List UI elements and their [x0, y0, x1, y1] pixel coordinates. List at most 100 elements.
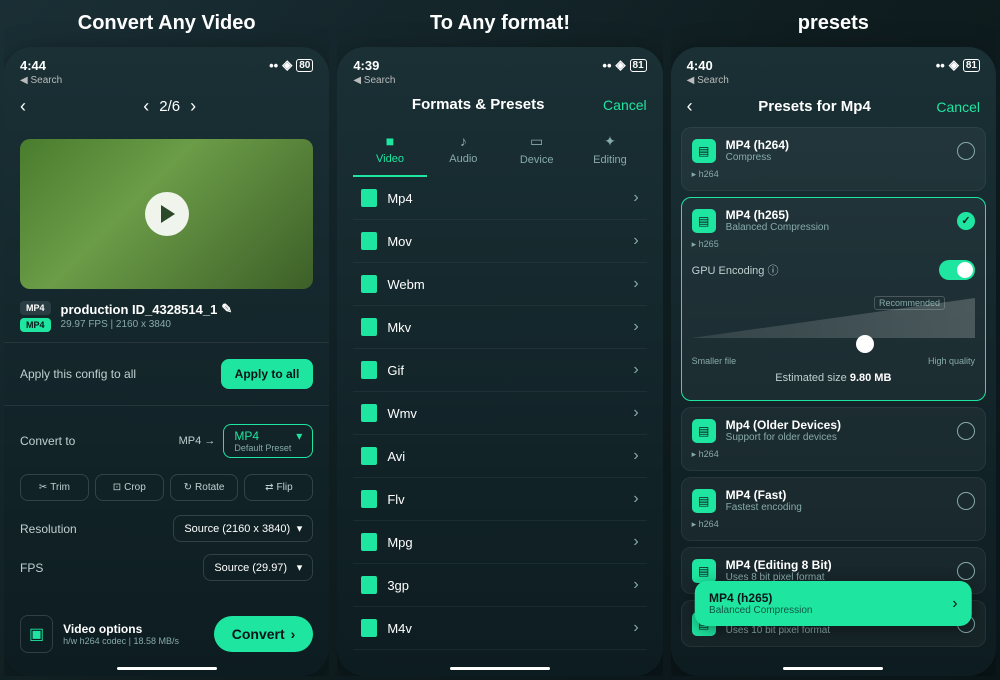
- panel-presets: presets 4:40 •• ◈ 81 ◀ Search ‹ Presets …: [671, 4, 996, 676]
- preset-card[interactable]: ▤ MP4 (Fast) Fastest encoding ▸ h264: [681, 477, 986, 541]
- nav-back-button[interactable]: ‹: [20, 96, 26, 117]
- preset-subtitle: Compress: [726, 152, 947, 163]
- tab-audio[interactable]: ♪Audio: [427, 123, 500, 177]
- chevron-right-icon: ›: [633, 275, 638, 293]
- home-indicator[interactable]: [450, 667, 550, 670]
- format-item-wmv[interactable]: Wmv ›: [353, 392, 646, 435]
- format-item-m4v[interactable]: M4v ›: [353, 607, 646, 650]
- preset-card[interactable]: ▤ Mp4 (Older Devices) Support for older …: [681, 407, 986, 471]
- pager-label: 2/6: [159, 98, 180, 115]
- file-icon: [361, 189, 377, 207]
- tab-device[interactable]: ▭Device: [500, 123, 573, 177]
- file-icon: [361, 361, 377, 379]
- format-item-mov[interactable]: Mov ›: [353, 220, 646, 263]
- format-label: Avi: [387, 449, 623, 464]
- trim-button[interactable]: ✂ Trim: [20, 474, 89, 501]
- file-meta: 29.97 FPS | 2160 x 3840: [61, 319, 233, 330]
- preset-subtitle: Balanced Compression: [726, 222, 947, 233]
- slider-min-label: Smaller file: [692, 356, 737, 366]
- panel-title: Convert Any Video: [4, 4, 329, 47]
- slider-handle[interactable]: [856, 335, 874, 353]
- target-format-select[interactable]: MP4▾ Default Preset: [223, 424, 313, 458]
- play-button[interactable]: [145, 192, 189, 236]
- cancel-button[interactable]: Cancel: [936, 99, 980, 115]
- status-time: 4:39: [353, 58, 379, 73]
- preset-radio[interactable]: [957, 142, 975, 160]
- preset-card[interactable]: ▤ MP4 (h265) Balanced Compression ▸ h265…: [681, 197, 986, 401]
- format-item-mkv[interactable]: Mkv ›: [353, 306, 646, 349]
- home-indicator[interactable]: [117, 667, 217, 670]
- preset-name: MP4 (h264): [726, 138, 947, 152]
- flip-button[interactable]: ⇄ Flip: [244, 474, 313, 501]
- back-button[interactable]: ‹: [687, 96, 693, 117]
- file-icon: [361, 404, 377, 422]
- back-link[interactable]: ◀ Search: [671, 75, 996, 86]
- battery-level: 80: [296, 59, 313, 72]
- pager-prev-button[interactable]: ‹: [143, 96, 149, 117]
- panel-convert-video: Convert Any Video 4:44 •• ◈ 80 ◀ Search …: [4, 4, 329, 676]
- file-icon: [361, 318, 377, 336]
- home-indicator[interactable]: [783, 667, 883, 670]
- rotate-button[interactable]: ↻ Rotate: [170, 474, 239, 501]
- cancel-button[interactable]: Cancel: [603, 97, 647, 113]
- preset-icon: ▤: [692, 559, 716, 583]
- format-item-mpg[interactable]: Mpg ›: [353, 521, 646, 564]
- format-item-3gp[interactable]: 3gp ›: [353, 564, 646, 607]
- back-link[interactable]: ◀ Search: [4, 75, 329, 86]
- pager-next-button[interactable]: ›: [190, 96, 196, 117]
- apply-all-button[interactable]: Apply to all: [221, 359, 314, 389]
- preset-radio[interactable]: [957, 422, 975, 440]
- battery-level: 81: [963, 59, 980, 72]
- chevron-right-icon: ›: [633, 318, 638, 336]
- editing-icon: ✦: [604, 133, 616, 150]
- preset-radio[interactable]: [957, 212, 975, 230]
- tab-editing[interactable]: ✦Editing: [573, 123, 646, 177]
- target-format-badge: MP4: [20, 318, 51, 332]
- file-icon: [361, 447, 377, 465]
- fps-select[interactable]: Source (29.97)▾: [203, 554, 313, 581]
- resolution-label: Resolution: [20, 522, 77, 536]
- file-icon: [361, 576, 377, 594]
- chevron-right-icon: ›: [633, 447, 638, 465]
- quality-slider[interactable]: Recommended: [692, 298, 975, 348]
- convert-button[interactable]: Convert›: [214, 616, 314, 652]
- edit-name-icon[interactable]: ✎: [221, 301, 232, 317]
- preset-card[interactable]: ▤ MP4 (h264) Compress ▸ h264: [681, 127, 986, 191]
- preset-radio[interactable]: [957, 492, 975, 510]
- phone-screen-2: 4:39 •• ◈ 81 ◀ Search Formats & Presets …: [337, 47, 662, 676]
- preset-name: MP4 (Editing 8 Bit): [726, 558, 947, 572]
- selected-preset-float[interactable]: MP4 (h265) Balanced Compression ›: [695, 581, 972, 626]
- video-options-button[interactable]: Video options h/w h264 codec | 18.58 MB/…: [63, 622, 204, 646]
- signal-icon: ••: [269, 58, 278, 73]
- estimated-size: Estimated size 9.80 MB: [692, 366, 975, 390]
- panel-title: To Any format!: [337, 4, 662, 47]
- format-item-mp4[interactable]: Mp4 ›: [353, 177, 646, 220]
- preset-radio[interactable]: [957, 562, 975, 580]
- format-item-flv[interactable]: Flv ›: [353, 478, 646, 521]
- page-title: Formats & Presets: [412, 96, 545, 113]
- format-list: Mp4 › Mov › Webm › Mkv › Gif › Wmv › Avi…: [337, 177, 662, 663]
- gpu-toggle[interactable]: [939, 260, 975, 280]
- resolution-select[interactable]: Source (2160 x 3840)▾: [173, 515, 313, 542]
- format-label: Mov: [387, 234, 623, 249]
- status-time: 4:40: [687, 58, 713, 73]
- phone-screen-1: 4:44 •• ◈ 80 ◀ Search ‹ ‹ 2/6 › MP4 MP4: [4, 47, 329, 676]
- video-thumbnail[interactable]: [20, 139, 313, 289]
- format-item-webm[interactable]: Webm ›: [353, 263, 646, 306]
- file-icon: [361, 533, 377, 551]
- preset-icon: ▤: [692, 419, 716, 443]
- panel-title: presets: [671, 4, 996, 47]
- preset-subtitle: Fastest encoding: [726, 502, 947, 513]
- format-item-avi[interactable]: Avi ›: [353, 435, 646, 478]
- file-icon: [361, 232, 377, 250]
- current-format: MP4 →: [179, 435, 216, 447]
- format-label: Gif: [387, 363, 623, 378]
- format-item-gif[interactable]: Gif ›: [353, 349, 646, 392]
- crop-button[interactable]: ⊡ Crop: [95, 474, 164, 501]
- file-name: production ID_4328514_1 ✎: [61, 301, 233, 317]
- tab-video[interactable]: ■Video: [353, 123, 426, 177]
- video-options-icon[interactable]: ▣: [20, 615, 53, 653]
- back-link[interactable]: ◀ Search: [337, 75, 662, 86]
- chevron-right-icon: ›: [633, 533, 638, 551]
- preset-tag: ▸ h264: [692, 519, 975, 530]
